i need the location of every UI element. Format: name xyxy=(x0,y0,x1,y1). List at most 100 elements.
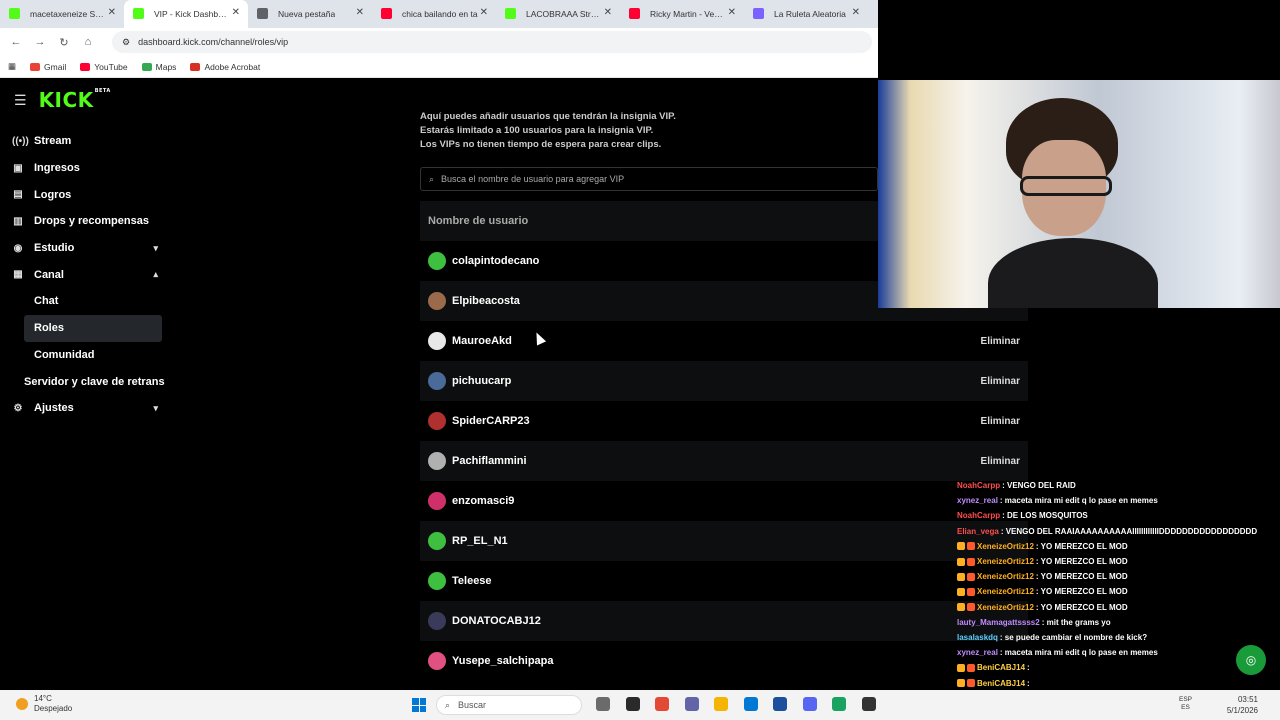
taskbar-search[interactable]: ⌕ Buscar xyxy=(436,695,582,715)
taskbar-app-icon[interactable] xyxy=(655,697,669,711)
chat-username[interactable]: xynez_real xyxy=(957,496,998,505)
username[interactable]: colapintodecano xyxy=(452,255,539,267)
browser-tab[interactable]: Nueva pestaña ✕ xyxy=(248,0,372,28)
remove-vip-button[interactable]: Eliminar xyxy=(981,336,1020,347)
avatar xyxy=(428,532,446,550)
sidebar-item-server-key[interactable]: Servidor y clave de retrans xyxy=(0,368,170,395)
chat-username[interactable]: XeneizeOrtiz12 xyxy=(977,587,1034,596)
chat-username[interactable]: Elian_vega xyxy=(957,527,999,536)
taskbar-app-icon[interactable] xyxy=(773,697,787,711)
username[interactable]: DONATOCABJ12 xyxy=(452,615,541,627)
close-tab-icon[interactable]: ✕ xyxy=(852,7,860,18)
sidebar: ((•)) Stream ▣ Ingresos ▤ Logros ▥ Drops y reco… xyxy=(0,128,170,422)
username[interactable]: enzomasci9 xyxy=(452,495,514,507)
username[interactable]: pichuucarp xyxy=(452,375,511,387)
browser-tab[interactable]: Ricky Martin - Vente ✕ xyxy=(620,0,744,28)
chat-message: xynez_real: maceta mira mi edit q lo pas… xyxy=(957,493,1277,508)
taskbar-app-icon[interactable] xyxy=(684,697,699,711)
browser-tab[interactable]: macetaxeneize Stream✕ xyxy=(0,0,124,28)
kick-logo[interactable]: KICKBETA xyxy=(39,88,111,112)
sidebar-item-ajustes[interactable]: ⚙ Ajustes ▾ xyxy=(0,395,170,422)
username[interactable]: SpiderCARP23 xyxy=(452,415,530,427)
sidebar-item-drops[interactable]: ▥ Drops y recompensas xyxy=(0,208,170,235)
chat-text: : se puede cambiar el nombre de kick? xyxy=(999,632,1148,642)
money-icon: ▣ xyxy=(13,162,23,174)
reload-icon[interactable]: ↻ xyxy=(52,36,76,49)
start-button[interactable] xyxy=(412,698,426,712)
browser-tab[interactable]: LACOBRAAA Stream ✕ xyxy=(496,0,620,28)
language-indicator[interactable]: ESP ES xyxy=(1179,696,1192,712)
chevron-down-icon[interactable]: ▾ xyxy=(153,243,158,254)
menu-icon[interactable]: ☰ xyxy=(14,92,27,109)
username[interactable]: RP_EL_N1 xyxy=(452,535,508,547)
sidebar-item-logros[interactable]: ▤ Logros xyxy=(0,181,170,208)
taskbar-app-icon[interactable] xyxy=(596,697,610,711)
bookmark-gmail[interactable]: Gmail xyxy=(30,62,66,72)
chat-username[interactable]: BeniCABJ14 xyxy=(977,663,1025,672)
sidebar-item-stream[interactable]: ((•)) Stream xyxy=(0,128,170,155)
close-tab-icon[interactable]: ✕ xyxy=(728,7,736,18)
forward-icon[interactable]: → xyxy=(28,36,52,48)
bookmark-adobe-acrobat[interactable]: Adobe Acrobat xyxy=(190,62,260,72)
vip-search-input[interactable]: ⌕ Busca el nombre de usuario para agrega… xyxy=(420,167,878,191)
close-tab-icon[interactable]: ✕ xyxy=(480,7,488,18)
clock-time: 03:51 xyxy=(1237,695,1258,704)
username[interactable]: Elpibeacosta xyxy=(452,295,520,307)
chat-username[interactable]: lasalaskdq xyxy=(957,633,998,642)
table-row: Pachiflammini Eliminar xyxy=(420,441,1028,481)
chat-username[interactable]: NoahCarpp xyxy=(957,511,1000,520)
chat-username[interactable]: XeneizeOrtiz12 xyxy=(977,603,1034,612)
chat-username[interactable]: XeneizeOrtiz12 xyxy=(977,542,1034,551)
remove-vip-button[interactable]: Eliminar xyxy=(981,456,1020,467)
clock[interactable]: 03:51 5/1/2026 xyxy=(1227,694,1258,716)
address-bar[interactable]: ⚙ dashboard.kick.com/channel/roles/vip xyxy=(112,31,872,53)
close-tab-icon[interactable]: ✕ xyxy=(108,7,116,18)
sidebar-item-canal[interactable]: ▦ Canal ▴ xyxy=(0,261,170,288)
table-row: pichuucarp Eliminar xyxy=(420,361,1028,401)
remove-vip-button[interactable]: Eliminar xyxy=(981,376,1020,387)
chevron-down-icon[interactable]: ▾ xyxy=(153,403,158,414)
bookmark-youtube[interactable]: YouTube xyxy=(80,62,128,72)
remove-vip-button[interactable]: Eliminar xyxy=(981,416,1020,427)
username[interactable]: Teleese xyxy=(452,575,492,587)
chat-username[interactable]: BeniCABJ14 xyxy=(977,679,1025,688)
taskbar-app-icon[interactable] xyxy=(832,697,846,711)
chevron-up-icon[interactable]: ▴ xyxy=(153,269,158,280)
sidebar-item-ingresos[interactable]: ▣ Ingresos xyxy=(0,155,170,182)
username[interactable]: Yusepe_salchipapa xyxy=(452,655,554,667)
username[interactable]: MauroeAkd xyxy=(452,335,512,347)
back-icon[interactable]: ← xyxy=(4,36,28,48)
close-tab-icon[interactable]: ✕ xyxy=(232,7,240,18)
sidebar-item-estudio[interactable]: ◉ Estudio ▾ xyxy=(0,235,170,262)
chat-username[interactable]: NoahCarpp xyxy=(957,481,1000,490)
chat-username[interactable]: XeneizeOrtiz12 xyxy=(977,572,1034,581)
close-tab-icon[interactable]: ✕ xyxy=(604,7,612,18)
chat-username[interactable]: lauty_Mamagattssss2 xyxy=(957,618,1040,627)
taskbar-app-icon[interactable] xyxy=(861,697,876,711)
table-row: MauroeAkd Eliminar xyxy=(420,321,1028,361)
browser-tab[interactable]: chica bailando en ta ✕ xyxy=(372,0,496,28)
bookmark-maps[interactable]: Maps xyxy=(141,62,176,72)
sidebar-item-comunidad[interactable]: Comunidad xyxy=(0,342,170,369)
chat-message: xynez_real: maceta mira mi edit q lo pas… xyxy=(957,645,1277,660)
browser-tab[interactable]: La Ruleta Aleatoria ✕ xyxy=(744,0,868,28)
weather-widget[interactable]: 14°C Despejado xyxy=(16,694,72,714)
chat-text: : maceta mira mi edit q lo pase en memes xyxy=(999,648,1158,658)
taskbar-app-icon[interactable] xyxy=(743,697,758,711)
chat-message: BeniCABJ14: xyxy=(957,660,1277,675)
chat-username[interactable]: XeneizeOrtiz12 xyxy=(977,557,1034,566)
chat-username[interactable]: xynez_real xyxy=(957,648,998,657)
site-info-icon[interactable]: ⚙ xyxy=(122,37,130,48)
apps-grid-icon[interactable]: ▦ xyxy=(8,61,16,72)
browser-tab[interactable]: VIP - Kick Dashboard ✕ xyxy=(124,0,248,28)
close-tab-icon[interactable]: ✕ xyxy=(356,7,364,18)
taskbar-app-icon[interactable] xyxy=(714,697,728,711)
sidebar-item-label: Drops y recompensas xyxy=(34,215,149,228)
taskbar-app-icon[interactable] xyxy=(802,697,817,711)
sidebar-item-chat[interactable]: Chat xyxy=(0,288,170,315)
taskbar-app-icon[interactable] xyxy=(625,697,640,711)
username[interactable]: Pachiflammini xyxy=(452,455,527,467)
home-icon[interactable]: ⌂ xyxy=(76,36,100,48)
support-chat-button[interactable]: ◎ xyxy=(1236,645,1266,675)
sidebar-item-roles[interactable]: Roles xyxy=(24,314,162,342)
